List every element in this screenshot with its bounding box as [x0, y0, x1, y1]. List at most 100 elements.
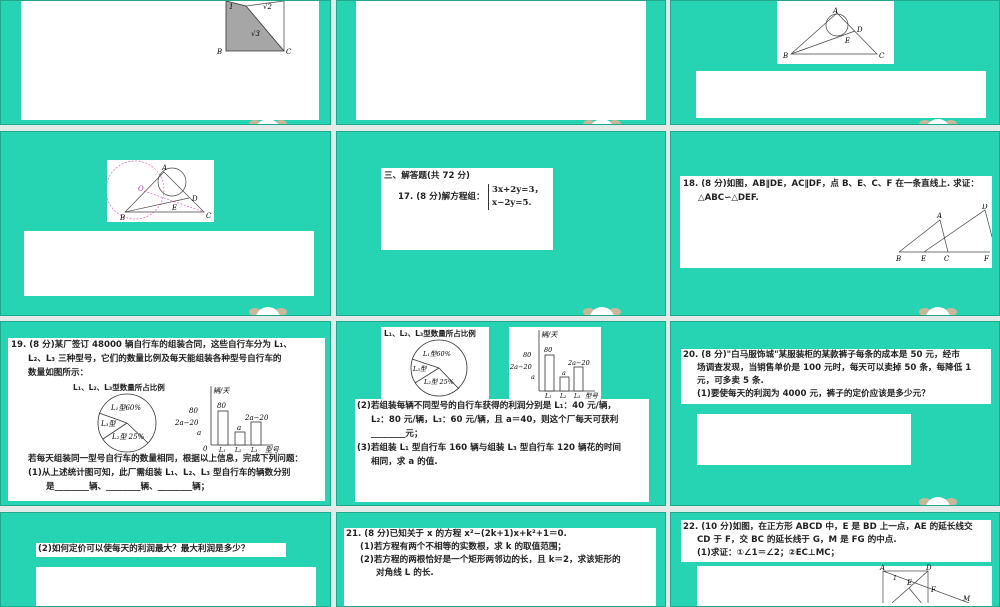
question-19-part-3-line-2: 相同，求 a 的值. — [371, 457, 438, 467]
x-tick: L₂ — [234, 447, 242, 453]
label-b: B — [895, 255, 901, 263]
bar-chart: 辆/天 80 2a−20 a 0 80 a 2a−20 L₁ L₂ L₃ 型号 — [174, 386, 280, 453]
label-f: F — [930, 586, 937, 594]
y-tick: a — [531, 373, 535, 381]
bar-chart-box: 辆/天 80 2a−20 a 80 a 2a−20 L₁ L₂ L₃ 型号 — [509, 327, 601, 400]
slide-thumbnail-1[interactable]: 1 √2 √3 B C — [0, 0, 331, 125]
label-b: B — [119, 214, 125, 222]
question-20-part-2-box: (2)如何定价可以使每天的利润最大？最大利润是多少？ — [36, 543, 286, 557]
label-e: E — [906, 579, 912, 587]
content-box — [696, 71, 986, 118]
question-22-line-1: 22. (10 分)如图，在正方形 ABCD 中，E 是 BD 上一点，AE 的… — [683, 522, 973, 532]
y-tick: 2a−20 — [174, 419, 199, 427]
slide-thumbnail-9[interactable]: 20. (8 分)"白马服饰城"某服装柜的某款裤子每条的成本是 50 元，经市 … — [670, 321, 1000, 506]
geometry-figure: A B C D E — [777, 1, 894, 64]
sheep-mascot-icon — [583, 119, 621, 124]
equation-2: x−2y=5. — [492, 198, 532, 208]
label-c: C — [206, 212, 212, 220]
slide-thumbnail-5[interactable]: 三、解答题(共 72 分) 17. (8 分)解方程组： 3x+2y=3， x−2… — [336, 131, 666, 316]
label-a: A — [832, 7, 838, 15]
y-axis-label: 辆/天 — [213, 387, 230, 395]
bar-l2 — [559, 376, 570, 392]
pie-label-l1: L₁型60% — [110, 404, 141, 412]
bar-l2 — [234, 431, 246, 446]
pie-label-l3: L₃型 — [100, 420, 116, 428]
label-sqrt3: √3 — [251, 30, 260, 38]
sheep-mascot-icon — [249, 307, 287, 315]
pie-label-l2: L₂型 25% — [423, 378, 454, 386]
question-19-part-2-line-1: (2)若组装每辆不同型号的自行车获得的利润分别是 L₁：40 元/辆， — [357, 401, 617, 411]
slide-thumbnail-12[interactable]: 22. (10 分)如图，在正方形 ABCD 中，E 是 BD 上一点，AE 的… — [670, 512, 1000, 607]
question-20-box: 20. (8 分)"白马服饰城"某服装柜的某款裤子每条的成本是 50 元，经市 … — [681, 349, 991, 404]
bar-value-label: a — [562, 369, 566, 377]
slide-thumbnail-2[interactable] — [336, 0, 666, 125]
label-c: C — [879, 52, 885, 60]
x-tick: L₃ — [250, 447, 258, 453]
slide-thumbnail-4[interactable]: A O B C D E — [0, 131, 331, 316]
y-tick: 0 — [203, 445, 208, 453]
label-b: B — [782, 52, 788, 60]
question-21-part-1: (1)若方程有两个不相等的实数根，求 k 的取值范围； — [360, 542, 567, 552]
question-19-part-3-line-1: (3)若组装 L₁ 型自行车 160 辆与组装 L₃ 型自行车 120 辆花的时… — [357, 443, 622, 453]
slide-thumbnail-8[interactable]: L₁、L₂、L₃型数量所占比例 L₁型60% L₃型 L₂型 25% 辆/天 8… — [336, 321, 666, 506]
y-tick: 2a−20 — [509, 363, 532, 371]
slide-thumbnail-3[interactable]: A B C D E — [670, 0, 1000, 125]
question-22-line-2: CD 于 F，交 BC 的延长线于 G，M 是 FG 的中点. — [697, 535, 897, 545]
geometry-figure: A D E F 1 M — [879, 564, 971, 603]
x-tick: L₁ — [218, 447, 225, 453]
pie-chart-box: L₁、L₂、L₃型数量所占比例 L₁型60% L₃型 L₂型 25% — [381, 327, 489, 399]
slide-thumbnail-11[interactable]: 21. (8 分)已知关于 x 的方程 x²−(2k+1)x+k²+1＝0. (… — [336, 512, 666, 607]
question-17: 17. (8 分)解方程组： — [398, 192, 485, 202]
question-18-line-2: △ABC∽△DEF. — [698, 193, 759, 203]
sheep-mascot-icon — [249, 119, 287, 124]
label-sqrt2: √2 — [263, 3, 272, 11]
label-angle-1: 1 — [893, 575, 897, 582]
question-21-line-1: 21. (8 分)已知关于 x 的方程 x²−(2k+1)x+k²+1＝0. — [346, 529, 567, 539]
slide-thumbnail-7[interactable]: 19. (8 分)某厂签订 48000 辆自行车的组装合同，这些自行车分为 L₁… — [0, 321, 331, 506]
x-axis-label: 型号 — [265, 446, 280, 453]
content-box — [356, 1, 646, 120]
question-19-line-2: L₂、L₃ 三种型号，它们的数量比例及每天能组装各种型号自行车的 — [28, 354, 282, 364]
question-19-continued-box: (2)若组装每辆不同型号的自行车获得的利润分别是 L₁：40 元/辆， L₂：8… — [355, 399, 649, 502]
slide-thumbnail-10[interactable]: (2)如何定价可以使每天的利润最大？最大利润是多少？ — [0, 512, 331, 607]
label-1: 1 — [229, 3, 233, 11]
question-19-line-4: 若每天组装同一型号自行车的数量相同，根据以上信息，完成下列问题： — [28, 454, 304, 464]
label-c: C — [944, 255, 950, 263]
label-d: D — [981, 204, 988, 211]
y-tick: a — [197, 429, 201, 437]
question-19-part-2-blank[interactable]: ________元； — [371, 428, 423, 441]
question-20-line-3: 元，可多卖 5 条. — [697, 376, 764, 386]
question-19-part-2-line-2: L₂：80 元/辆，L₃：60 元/辆，且 a＝40，则这个厂每天可获利 — [371, 415, 619, 425]
label-d: D — [856, 26, 863, 34]
geometry-figure: 1 √2 √3 B C — [216, 1, 292, 56]
question-21-part-2-line-1: (2)若方程的两根恰好是一个矩形两邻边的长，且 k＝2，求该矩形的 — [360, 555, 621, 565]
question-20-part-2: (2)如何定价可以使每天的利润最大？最大利润是多少？ — [38, 544, 250, 554]
pie-label-l2: L₂型 25% — [111, 433, 145, 441]
question-22-part-1: (1)求证：①∠1＝∠2；②EC⊥MC； — [697, 548, 840, 558]
geometry-figure: A B E C D F — [895, 204, 992, 263]
y-axis-label: 辆/天 — [541, 331, 558, 339]
bar-value-label: 2a−20 — [567, 359, 590, 367]
label-c: C — [286, 48, 292, 56]
pie-chart: L₁型60% L₃型 L₂型 25% — [410, 339, 468, 397]
question-20-line-1: 20. (8 分)"白马服饰城"某服装柜的某款裤子每条的成本是 50 元，经市 — [683, 350, 960, 360]
x-axis-label: 型号 — [585, 392, 599, 399]
y-tick: 80 — [189, 407, 198, 415]
label-d: D — [925, 564, 932, 572]
label-a: A — [879, 564, 885, 572]
question-19-box: 19. (8 分)某厂签订 48000 辆自行车的组装合同，这些自行车分为 L₁… — [8, 338, 325, 501]
pie-label-l3: L₃型 — [412, 365, 428, 373]
bar-chart: 辆/天 80 2a−20 a 80 a 2a−20 L₁ L₂ L₃ 型号 — [509, 330, 599, 400]
question-19-answer-blanks[interactable]: 是________辆、________辆、________辆； — [46, 481, 209, 494]
content-box — [24, 231, 314, 296]
label-e: E — [844, 37, 850, 45]
slide-thumbnail-6[interactable]: 18. (8 分)如图，AB∥DE，AC∥DF，点 B、E、C、F 在一条直线上… — [670, 131, 1000, 316]
geometry-figure: A O B C D E — [107, 160, 214, 222]
label-a: A — [161, 164, 167, 172]
bar-value-label: 2a−20 — [244, 414, 269, 422]
sheep-mascot-icon — [919, 307, 957, 315]
question-22-box: 22. (10 分)如图，在正方形 ABCD 中，E 是 BD 上一点，AE 的… — [681, 520, 991, 562]
question-21-part-2-line-2: 对角线 L 的长. — [376, 568, 434, 578]
label-e: E — [171, 204, 177, 212]
question-20-part-1: (1)要使每天的利润为 4000 元，裤子的定价应该是多少元？ — [697, 389, 930, 399]
